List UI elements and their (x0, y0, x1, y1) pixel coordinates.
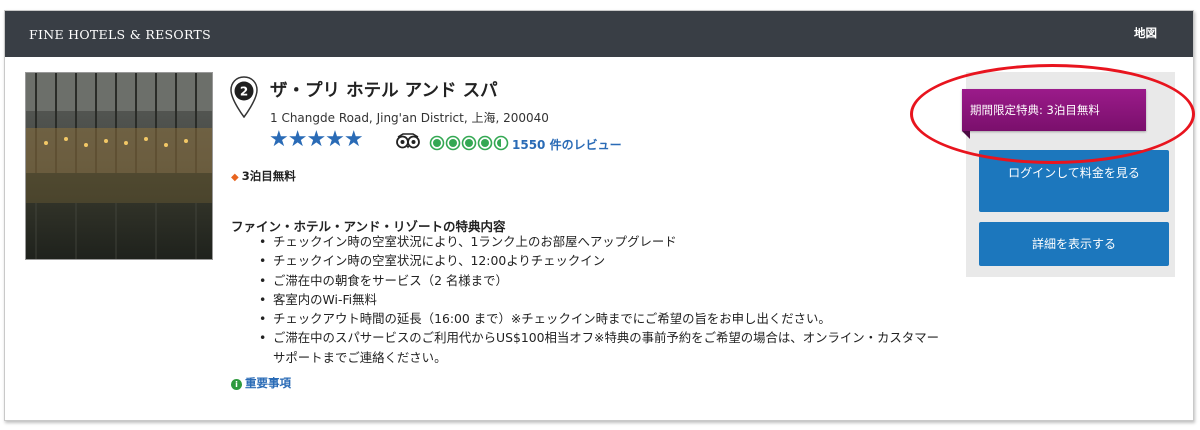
benefit-item: チェックイン時の空室状況により、12:00よりチェックイン (257, 251, 947, 271)
map-link[interactable]: 地図 (1134, 25, 1157, 41)
tag-icon: ◆ (231, 172, 239, 183)
benefit-item: ご滞在中の朝食をサービス（2 名様まで） (257, 271, 947, 291)
tripadvisor-owl-icon (395, 133, 421, 153)
star-rating: ★★★★★ (269, 127, 364, 152)
important-info-label: 重要事項 (245, 376, 291, 390)
brand-logo: FINE HOTELS & RESORTS (29, 27, 211, 42)
benefit-item: チェックイン時の空室状況により、1ランク上のお部屋へアップグレード (257, 232, 947, 252)
hotel-name[interactable]: ザ・プリ ホテル アンド スパ (270, 77, 498, 102)
benefit-item: ご滞在中のスパサービスのご利用代からUS$100相当オフ※特典の事前予約をご希望… (257, 328, 947, 367)
hotel-address: 1 Changde Road, Jing'an District, 上海, 20… (270, 111, 549, 125)
offer-tag: ◆ 3泊目無料 (231, 168, 296, 184)
important-info-link[interactable]: i 重要事項 (231, 375, 291, 391)
benefit-item: 客室内のWi-Fi無料 (257, 290, 947, 310)
tripadvisor-bubble-rating (429, 135, 511, 155)
offer-tag-label: 3泊目無料 (241, 169, 296, 183)
view-details-button[interactable]: 詳細を表示する (979, 222, 1169, 266)
benefit-item: チェックアウト時間の延長（16:00 まで）※チェックイン時までにご希望の旨をお… (257, 309, 947, 329)
benefits-list: チェックイン時の空室状況により、1ランク上のお部屋へアップグレード チェックイン… (257, 232, 947, 367)
map-pin-icon: 2 (230, 76, 258, 122)
header-bar: FINE HOTELS & RESORTS 地図 (5, 11, 1193, 57)
svg-text:2: 2 (240, 85, 248, 99)
hotel-card: FINE HOTELS & RESORTS 地図 2 ザ・プリ ホテル アンド … (4, 10, 1195, 421)
highlight-circle-annotation (910, 64, 1195, 164)
reviews-link[interactable]: 1550 件のレビュー (512, 136, 622, 153)
info-icon: i (231, 379, 242, 390)
hotel-photo[interactable] (25, 72, 213, 260)
